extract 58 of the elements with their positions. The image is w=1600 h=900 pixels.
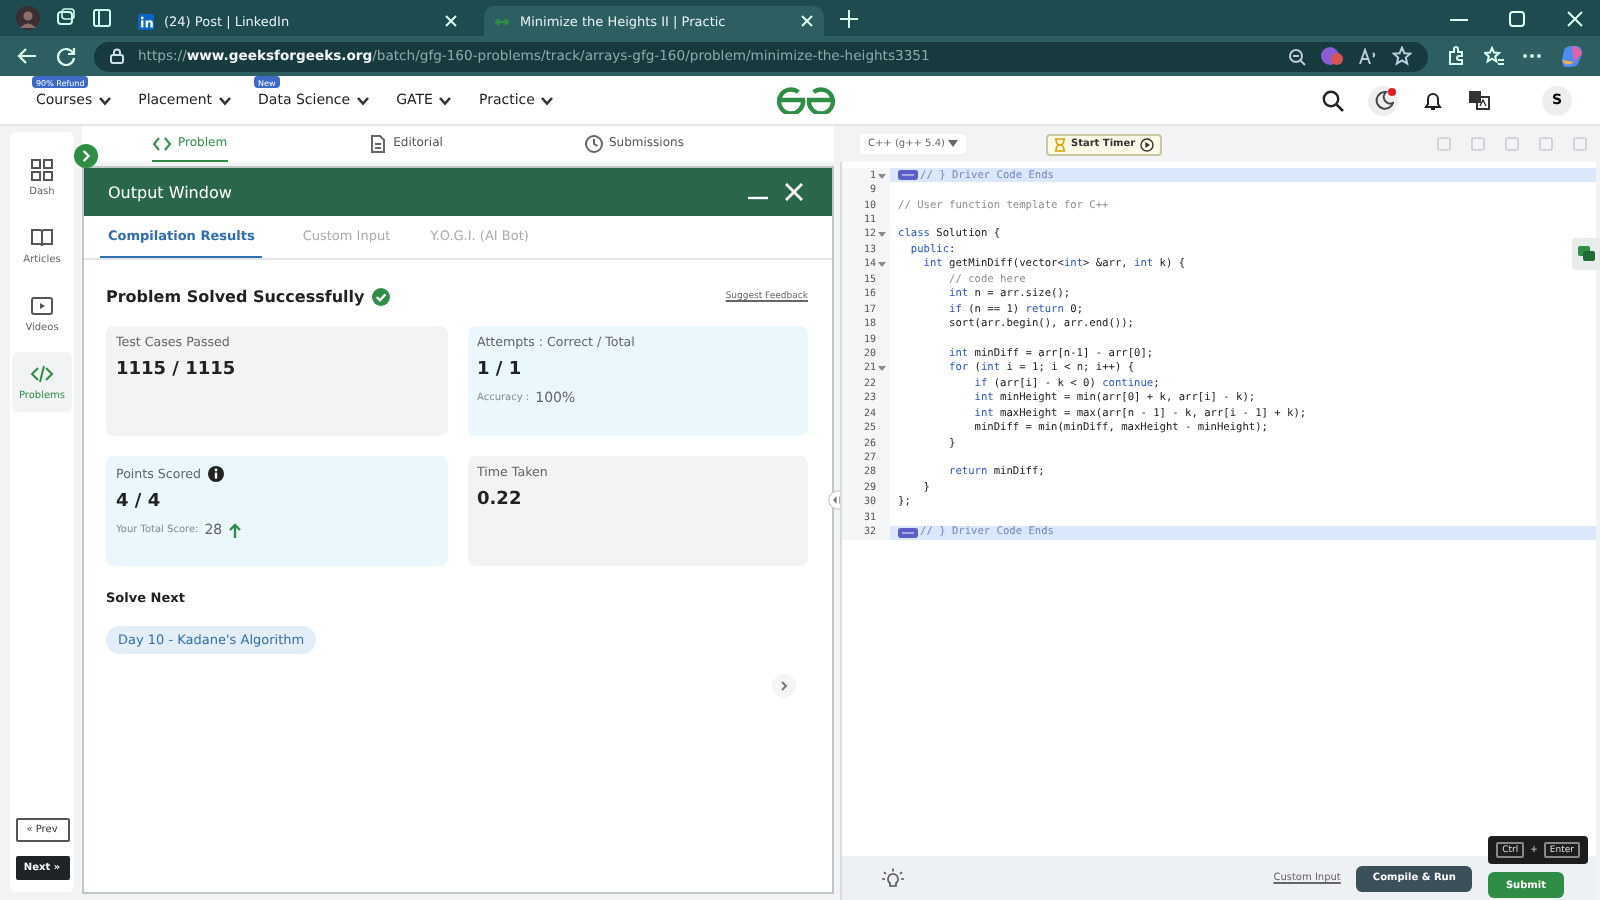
chevron-down-icon <box>356 95 371 105</box>
folded-marker-icon[interactable] <box>898 170 918 181</box>
logo-icon <box>776 86 836 114</box>
close-icon[interactable] <box>800 14 814 28</box>
play-circle-icon <box>1139 137 1154 151</box>
favorites-icon[interactable] <box>1484 46 1504 66</box>
workspaces-icon[interactable] <box>56 8 76 28</box>
code-icon <box>152 133 173 153</box>
video-icon <box>30 294 54 318</box>
moon-icon <box>1373 90 1393 110</box>
card-value: 1 / 1 <box>477 360 524 380</box>
chat-icon[interactable] <box>1572 238 1600 270</box>
extensions-puzzle-icon[interactable] <box>1446 46 1466 66</box>
grid-icon <box>30 158 54 182</box>
document-icon <box>367 133 388 153</box>
fold-caret-icon[interactable] <box>878 364 886 373</box>
status-title: Problem Solved Successfully <box>106 288 365 306</box>
hourglass-icon <box>1054 137 1067 151</box>
reload-icon[interactable] <box>56 46 76 66</box>
profile-icon[interactable] <box>16 6 40 30</box>
chevron-down-icon <box>540 95 555 105</box>
fold-caret-icon[interactable] <box>878 171 886 180</box>
translate-icon[interactable] <box>1468 90 1490 110</box>
close-icon[interactable] <box>444 14 458 28</box>
fold-caret-icon[interactable] <box>878 230 886 239</box>
search-icon[interactable] <box>1322 89 1344 111</box>
favorite-star-icon[interactable] <box>1392 46 1412 66</box>
window-title: Output Window <box>108 183 232 201</box>
caret-icon <box>948 140 959 148</box>
tab-actions-icon[interactable] <box>92 8 112 28</box>
book-icon <box>30 226 54 250</box>
chevron-right-icon[interactable] <box>772 674 796 698</box>
new-tab-icon[interactable] <box>840 9 858 27</box>
back-icon[interactable] <box>16 46 38 66</box>
card-value: 4 / 4 <box>116 492 163 512</box>
notification-dot <box>1388 87 1396 95</box>
read-aloud-icon[interactable] <box>1358 47 1378 65</box>
clock-icon <box>583 133 603 153</box>
card-value: 1115 / 1115 <box>116 360 238 380</box>
code-icon <box>30 362 54 386</box>
card-value: 0.22 <box>477 490 524 510</box>
more-icon[interactable] <box>1522 52 1542 60</box>
dark-mode-button[interactable] <box>1368 85 1398 115</box>
check-circle-icon <box>372 288 391 306</box>
folded-marker-icon[interactable] <box>898 527 918 538</box>
bell-icon[interactable] <box>1422 89 1444 111</box>
fold-caret-icon[interactable] <box>878 260 886 269</box>
zoom-icon[interactable] <box>1288 47 1306 65</box>
expand-chevron-icon[interactable] <box>74 144 98 168</box>
chevron-down-icon <box>438 95 453 105</box>
lightbulb-icon[interactable] <box>882 867 904 889</box>
lock-icon <box>110 48 124 64</box>
chevron-down-icon <box>218 95 233 105</box>
linkedin-icon <box>138 13 154 29</box>
chevron-down-icon <box>98 95 113 105</box>
maximize-icon[interactable] <box>1508 9 1526 27</box>
extension-icon[interactable] <box>1320 46 1344 66</box>
close-icon[interactable] <box>1566 9 1584 27</box>
